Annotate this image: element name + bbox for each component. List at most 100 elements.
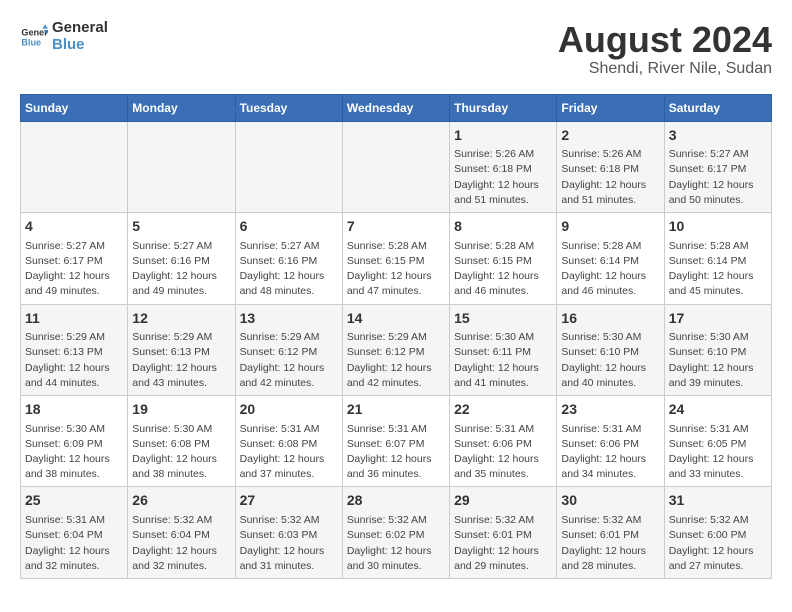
day-info: Sunrise: 5:30 AM Sunset: 6:11 PM Dayligh… <box>454 330 552 391</box>
day-number: 6 <box>240 217 338 237</box>
day-info: Sunrise: 5:28 AM Sunset: 6:15 PM Dayligh… <box>347 239 445 300</box>
calendar-cell <box>128 121 235 212</box>
calendar-cell: 6Sunrise: 5:27 AM Sunset: 6:16 PM Daylig… <box>235 213 342 304</box>
day-number: 17 <box>669 309 767 329</box>
day-number: 16 <box>561 309 659 329</box>
calendar-cell: 15Sunrise: 5:30 AM Sunset: 6:11 PM Dayli… <box>450 304 557 395</box>
day-info: Sunrise: 5:30 AM Sunset: 6:08 PM Dayligh… <box>132 422 230 483</box>
calendar-cell <box>235 121 342 212</box>
day-info: Sunrise: 5:26 AM Sunset: 6:18 PM Dayligh… <box>454 147 552 208</box>
day-number: 30 <box>561 491 659 511</box>
day-number: 15 <box>454 309 552 329</box>
day-number: 27 <box>240 491 338 511</box>
day-info: Sunrise: 5:27 AM Sunset: 6:17 PM Dayligh… <box>25 239 123 300</box>
calendar-cell: 9Sunrise: 5:28 AM Sunset: 6:14 PM Daylig… <box>557 213 664 304</box>
calendar-cell: 30Sunrise: 5:32 AM Sunset: 6:01 PM Dayli… <box>557 487 664 578</box>
calendar-cell: 16Sunrise: 5:30 AM Sunset: 6:10 PM Dayli… <box>557 304 664 395</box>
logo: General Blue General Blue <box>20 20 108 53</box>
day-info: Sunrise: 5:30 AM Sunset: 6:10 PM Dayligh… <box>669 330 767 391</box>
day-info: Sunrise: 5:32 AM Sunset: 6:04 PM Dayligh… <box>132 513 230 574</box>
logo-line1: General <box>52 20 108 37</box>
main-title: August 2024 <box>558 20 772 60</box>
day-number: 26 <box>132 491 230 511</box>
day-number: 8 <box>454 217 552 237</box>
column-header-tuesday: Tuesday <box>235 94 342 121</box>
week-row-4: 18Sunrise: 5:30 AM Sunset: 6:09 PM Dayli… <box>21 396 772 487</box>
day-number: 10 <box>669 217 767 237</box>
day-number: 22 <box>454 400 552 420</box>
day-number: 18 <box>25 400 123 420</box>
day-number: 1 <box>454 126 552 146</box>
calendar-cell: 8Sunrise: 5:28 AM Sunset: 6:15 PM Daylig… <box>450 213 557 304</box>
day-info: Sunrise: 5:31 AM Sunset: 6:06 PM Dayligh… <box>454 422 552 483</box>
day-number: 5 <box>132 217 230 237</box>
calendar-cell: 31Sunrise: 5:32 AM Sunset: 6:00 PM Dayli… <box>664 487 771 578</box>
calendar-cell: 3Sunrise: 5:27 AM Sunset: 6:17 PM Daylig… <box>664 121 771 212</box>
day-info: Sunrise: 5:29 AM Sunset: 6:13 PM Dayligh… <box>132 330 230 391</box>
day-info: Sunrise: 5:32 AM Sunset: 6:03 PM Dayligh… <box>240 513 338 574</box>
svg-text:Blue: Blue <box>21 37 41 47</box>
logo-icon: General Blue <box>20 23 48 51</box>
day-info: Sunrise: 5:31 AM Sunset: 6:04 PM Dayligh… <box>25 513 123 574</box>
calendar-cell: 14Sunrise: 5:29 AM Sunset: 6:12 PM Dayli… <box>342 304 449 395</box>
day-number: 19 <box>132 400 230 420</box>
calendar-cell <box>21 121 128 212</box>
calendar-cell: 13Sunrise: 5:29 AM Sunset: 6:12 PM Dayli… <box>235 304 342 395</box>
day-number: 4 <box>25 217 123 237</box>
day-info: Sunrise: 5:30 AM Sunset: 6:09 PM Dayligh… <box>25 422 123 483</box>
column-header-friday: Friday <box>557 94 664 121</box>
day-number: 7 <box>347 217 445 237</box>
day-number: 20 <box>240 400 338 420</box>
calendar-cell: 29Sunrise: 5:32 AM Sunset: 6:01 PM Dayli… <box>450 487 557 578</box>
day-number: 21 <box>347 400 445 420</box>
calendar-cell: 1Sunrise: 5:26 AM Sunset: 6:18 PM Daylig… <box>450 121 557 212</box>
calendar-cell: 27Sunrise: 5:32 AM Sunset: 6:03 PM Dayli… <box>235 487 342 578</box>
day-number: 24 <box>669 400 767 420</box>
subtitle: Shendi, River Nile, Sudan <box>558 60 772 78</box>
day-number: 3 <box>669 126 767 146</box>
week-row-5: 25Sunrise: 5:31 AM Sunset: 6:04 PM Dayli… <box>21 487 772 578</box>
day-info: Sunrise: 5:31 AM Sunset: 6:07 PM Dayligh… <box>347 422 445 483</box>
calendar-cell: 2Sunrise: 5:26 AM Sunset: 6:18 PM Daylig… <box>557 121 664 212</box>
day-info: Sunrise: 5:27 AM Sunset: 6:16 PM Dayligh… <box>240 239 338 300</box>
day-info: Sunrise: 5:32 AM Sunset: 6:01 PM Dayligh… <box>561 513 659 574</box>
day-number: 13 <box>240 309 338 329</box>
day-info: Sunrise: 5:31 AM Sunset: 6:06 PM Dayligh… <box>561 422 659 483</box>
calendar-table: SundayMondayTuesdayWednesdayThursdayFrid… <box>20 94 772 579</box>
day-info: Sunrise: 5:29 AM Sunset: 6:13 PM Dayligh… <box>25 330 123 391</box>
calendar-cell: 22Sunrise: 5:31 AM Sunset: 6:06 PM Dayli… <box>450 396 557 487</box>
calendar-cell: 21Sunrise: 5:31 AM Sunset: 6:07 PM Dayli… <box>342 396 449 487</box>
day-number: 9 <box>561 217 659 237</box>
calendar-cell: 18Sunrise: 5:30 AM Sunset: 6:09 PM Dayli… <box>21 396 128 487</box>
day-number: 14 <box>347 309 445 329</box>
calendar-cell: 23Sunrise: 5:31 AM Sunset: 6:06 PM Dayli… <box>557 396 664 487</box>
day-info: Sunrise: 5:26 AM Sunset: 6:18 PM Dayligh… <box>561 147 659 208</box>
calendar-cell <box>342 121 449 212</box>
column-header-monday: Monday <box>128 94 235 121</box>
title-block: August 2024 Shendi, River Nile, Sudan <box>558 20 772 78</box>
day-info: Sunrise: 5:27 AM Sunset: 6:17 PM Dayligh… <box>669 147 767 208</box>
day-number: 2 <box>561 126 659 146</box>
day-info: Sunrise: 5:32 AM Sunset: 6:02 PM Dayligh… <box>347 513 445 574</box>
day-info: Sunrise: 5:29 AM Sunset: 6:12 PM Dayligh… <box>347 330 445 391</box>
logo-line2: Blue <box>52 37 108 54</box>
day-number: 25 <box>25 491 123 511</box>
day-info: Sunrise: 5:31 AM Sunset: 6:05 PM Dayligh… <box>669 422 767 483</box>
calendar-cell: 25Sunrise: 5:31 AM Sunset: 6:04 PM Dayli… <box>21 487 128 578</box>
day-info: Sunrise: 5:32 AM Sunset: 6:01 PM Dayligh… <box>454 513 552 574</box>
day-info: Sunrise: 5:30 AM Sunset: 6:10 PM Dayligh… <box>561 330 659 391</box>
calendar-cell: 20Sunrise: 5:31 AM Sunset: 6:08 PM Dayli… <box>235 396 342 487</box>
day-number: 11 <box>25 309 123 329</box>
calendar-cell: 28Sunrise: 5:32 AM Sunset: 6:02 PM Dayli… <box>342 487 449 578</box>
calendar-cell: 26Sunrise: 5:32 AM Sunset: 6:04 PM Dayli… <box>128 487 235 578</box>
column-header-sunday: Sunday <box>21 94 128 121</box>
calendar-cell: 19Sunrise: 5:30 AM Sunset: 6:08 PM Dayli… <box>128 396 235 487</box>
day-number: 12 <box>132 309 230 329</box>
day-number: 31 <box>669 491 767 511</box>
week-row-2: 4Sunrise: 5:27 AM Sunset: 6:17 PM Daylig… <box>21 213 772 304</box>
day-info: Sunrise: 5:28 AM Sunset: 6:14 PM Dayligh… <box>561 239 659 300</box>
calendar-cell: 17Sunrise: 5:30 AM Sunset: 6:10 PM Dayli… <box>664 304 771 395</box>
header-row: SundayMondayTuesdayWednesdayThursdayFrid… <box>21 94 772 121</box>
svg-text:General: General <box>21 27 48 37</box>
calendar-cell: 10Sunrise: 5:28 AM Sunset: 6:14 PM Dayli… <box>664 213 771 304</box>
